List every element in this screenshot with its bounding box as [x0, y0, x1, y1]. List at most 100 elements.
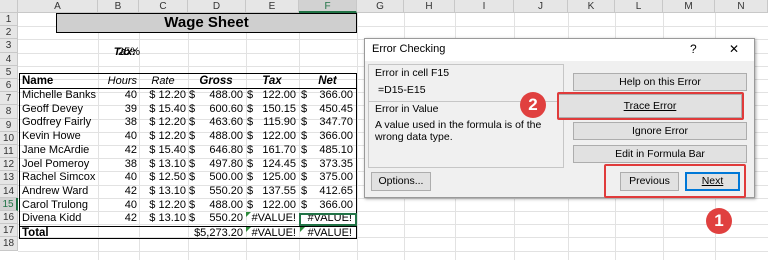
employee-hours[interactable]: 40 [98, 171, 137, 183]
currency-symbol[interactable]: $ [189, 171, 195, 183]
column-header-i[interactable]: I [455, 0, 514, 13]
employee-tax[interactable]: 122.00 [256, 199, 296, 211]
currency-symbol[interactable]: $ [301, 89, 307, 101]
employee-tax[interactable]: 122.00 [256, 130, 296, 142]
currency-symbol[interactable]: $ [301, 144, 307, 156]
employee-rate[interactable]: $ 13.10 [140, 185, 186, 197]
edit-in-formula-bar-button[interactable]: Edit in Formula Bar [573, 145, 747, 163]
employee-tax[interactable]: 124.45 [256, 158, 296, 170]
row-header-11[interactable]: 11 [0, 145, 18, 159]
column-header-c[interactable]: C [139, 0, 188, 13]
active-cell-f15[interactable] [299, 213, 357, 226]
employee-rate[interactable]: $ 12.20 [140, 130, 186, 142]
row-header-4[interactable]: 4 [0, 52, 18, 66]
employee-hours[interactable]: 39 [98, 103, 137, 115]
sheet-title-cell[interactable]: Wage Sheet [56, 13, 357, 33]
employee-gross[interactable]: 497.80 [200, 158, 243, 170]
column-header-l[interactable]: L [615, 0, 663, 13]
employee-net[interactable]: 366.00 [310, 130, 353, 142]
column-header-e[interactable]: E [246, 0, 299, 13]
employee-net[interactable]: 373.35 [310, 158, 353, 170]
currency-symbol[interactable]: $ [189, 116, 195, 128]
currency-symbol[interactable]: $ [247, 89, 253, 101]
employee-hours[interactable]: 38 [98, 158, 137, 170]
currency-symbol[interactable]: $ [189, 212, 195, 224]
employee-name[interactable]: Jane McArdie [22, 144, 89, 156]
row-header-18[interactable]: 18 [0, 237, 18, 251]
employee-name[interactable]: Divena Kidd [22, 212, 81, 224]
employee-hours[interactable]: 40 [98, 130, 137, 142]
employee-name[interactable]: Michelle Banks [22, 89, 96, 101]
close-icon[interactable]: ✕ [729, 42, 739, 56]
currency-symbol[interactable]: $ [301, 171, 307, 183]
ignore-error-button[interactable]: Ignore Error [573, 122, 747, 140]
row-header-12[interactable]: 12 [0, 158, 18, 172]
column-header-b[interactable]: B [98, 0, 139, 13]
employee-gross[interactable]: 463.60 [200, 116, 243, 128]
row-header-1[interactable]: 1 [0, 13, 18, 27]
employee-gross[interactable]: 550.20 [200, 212, 243, 224]
options-button[interactable]: Options... [371, 172, 431, 191]
employee-rate[interactable]: $ 12.20 [140, 199, 186, 211]
employee-tax[interactable]: 115.90 [256, 116, 296, 128]
employee-gross[interactable]: 488.00 [200, 89, 243, 101]
row-header-8[interactable]: 8 [0, 105, 18, 119]
employee-hours[interactable]: 42 [98, 144, 137, 156]
employee-hours[interactable]: 40 [98, 89, 137, 101]
currency-symbol[interactable]: $ [301, 185, 307, 197]
employee-net[interactable]: 366.00 [310, 199, 353, 211]
currency-symbol[interactable]: $ [247, 158, 253, 170]
row-header-14[interactable]: 14 [0, 184, 18, 198]
employee-gross[interactable]: 488.00 [200, 199, 243, 211]
employee-gross[interactable]: 600.60 [200, 103, 243, 115]
help-icon[interactable]: ? [690, 42, 697, 56]
column-header-a[interactable]: A [18, 0, 98, 13]
employee-net[interactable]: 450.45 [310, 103, 353, 115]
header-net[interactable]: Net [300, 75, 355, 87]
currency-symbol[interactable]: $ [301, 116, 307, 128]
row-header-10[interactable]: 10 [0, 131, 18, 145]
currency-symbol[interactable]: $ [247, 199, 253, 211]
row-header-6[interactable]: 6 [0, 79, 18, 93]
currency-symbol[interactable]: $ [189, 130, 195, 142]
currency-symbol[interactable]: $ [189, 89, 195, 101]
currency-symbol[interactable]: $ [189, 185, 195, 197]
header-hours[interactable]: Hours [100, 75, 137, 87]
employee-hours[interactable]: 42 [98, 185, 137, 197]
total-gross[interactable]: $5,273.20 [187, 227, 243, 239]
row-header-7[interactable]: 7 [0, 92, 18, 106]
employee-gross[interactable]: 646.80 [200, 144, 243, 156]
employee-gross[interactable]: 500.00 [200, 171, 243, 183]
total-label[interactable]: Total [22, 227, 49, 239]
select-all-corner[interactable] [0, 0, 18, 13]
employee-tax[interactable]: 161.70 [256, 144, 296, 156]
row-header-17[interactable]: 17 [0, 224, 18, 238]
employee-name[interactable]: Carol Trulong [22, 199, 88, 211]
currency-symbol[interactable]: $ [301, 103, 307, 115]
employee-tax[interactable]: #VALUE! [246, 212, 296, 224]
employee-name[interactable]: Godfrey Fairly [22, 116, 91, 128]
employee-rate[interactable]: $ 13.10 [140, 212, 186, 224]
column-header-k[interactable]: K [568, 0, 615, 13]
employee-name[interactable]: Geoff Devey [22, 103, 83, 115]
header-gross[interactable]: Gross [190, 75, 242, 87]
currency-symbol[interactable]: $ [247, 185, 253, 197]
currency-symbol[interactable]: $ [189, 158, 195, 170]
employee-rate[interactable]: $ 12.20 [140, 116, 186, 128]
employee-hours[interactable]: 40 [98, 199, 137, 211]
currency-symbol[interactable]: $ [301, 130, 307, 142]
column-header-f[interactable]: F [299, 0, 357, 13]
currency-symbol[interactable]: $ [189, 144, 195, 156]
employee-name[interactable]: Joel Pomeroy [22, 158, 89, 170]
total-net[interactable]: #VALUE! [300, 227, 352, 239]
employee-rate[interactable]: $ 15.40 [140, 144, 186, 156]
help-on-error-button[interactable]: Help on this Error [573, 73, 747, 91]
header-tax[interactable]: Tax [247, 75, 297, 87]
column-header-n[interactable]: N [715, 0, 768, 13]
header-name[interactable]: Name [22, 75, 53, 87]
column-header-d[interactable]: D [188, 0, 246, 13]
row-header-13[interactable]: 13 [0, 171, 18, 185]
row-header-9[interactable]: 9 [0, 118, 18, 132]
employee-name[interactable]: Rachel Simcox [22, 171, 95, 183]
currency-symbol[interactable]: $ [247, 144, 253, 156]
